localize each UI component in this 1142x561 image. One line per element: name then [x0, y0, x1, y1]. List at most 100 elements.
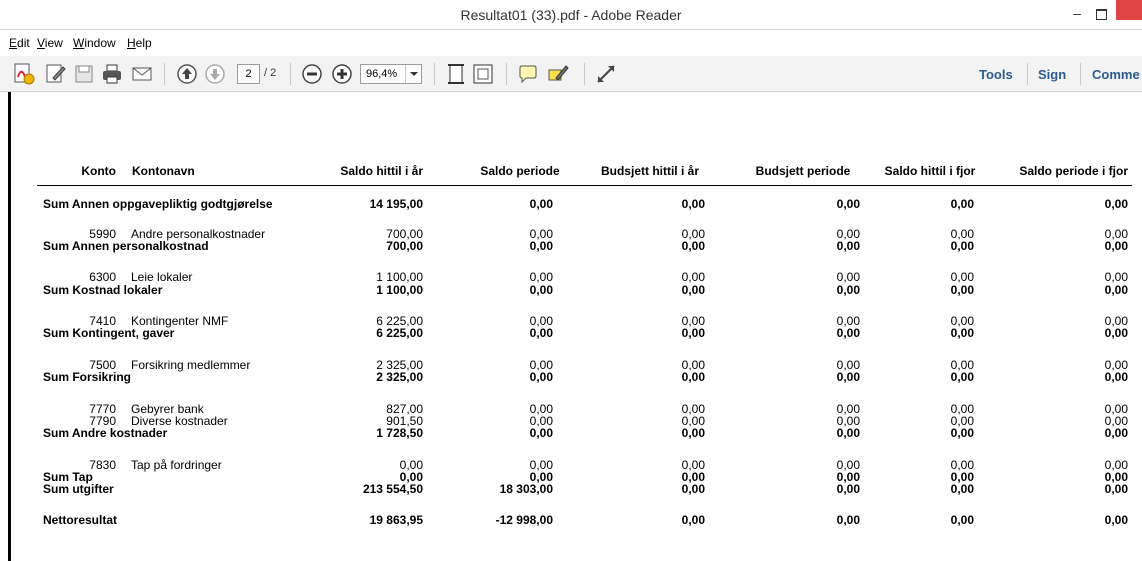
close-button[interactable]: [1116, 0, 1142, 20]
table-row: Sum Kostnad lokaler 1 100,00 0,00 0,00 0,00 0…: [0, 283, 1142, 297]
report-header: Konto Kontonavn Saldo hittil i år Saldo …: [0, 164, 1142, 178]
account-name: Leie lokaler: [131, 270, 193, 284]
create-pdf-icon[interactable]: [12, 62, 36, 86]
save-icon[interactable]: [72, 62, 96, 86]
cell-value: 700,00: [386, 239, 423, 253]
cell-value: 0,00: [950, 513, 974, 527]
cell-value: 0,00: [529, 270, 553, 284]
menu-window[interactable]: Window: [73, 36, 116, 50]
account-number: 6300: [89, 270, 116, 284]
cell-value: 0,00: [950, 426, 974, 440]
table-row: Nettoresultat 19 863,95 -12 998,00 0,00 0,00…: [0, 513, 1142, 527]
cell-value: 0,00: [1104, 326, 1128, 340]
header-divider: [37, 185, 1132, 186]
cell-value: 213 554,50: [362, 482, 423, 496]
sum-label: Sum utgifter: [43, 482, 114, 496]
sign-button[interactable]: Sign: [1038, 67, 1066, 82]
page-number-input[interactable]: 2: [237, 64, 260, 84]
menu-help[interactable]: Help: [127, 36, 152, 50]
cell-value: 0,00: [1104, 283, 1128, 297]
cell-value: 0,00: [1104, 370, 1128, 384]
cell-value: 0,00: [529, 197, 553, 211]
tools-button[interactable]: Tools: [979, 67, 1013, 82]
cell-value: 0,00: [836, 370, 860, 384]
fit-page-icon[interactable]: [444, 62, 468, 86]
table-row: 6300 Leie lokaler 1 100,00 0,00 0,00 0,00 0,00…: [0, 270, 1142, 284]
sum-label: Sum Annen oppgavepliktig godtgjørelse: [43, 197, 273, 211]
table-row: Sum Andre kostnader 1 728,50 0,00 0,00 0,00 0…: [0, 426, 1142, 440]
email-icon[interactable]: [130, 62, 154, 86]
cell-value: 1 728,50: [376, 426, 423, 440]
sum-label: Sum Kontingent, gaver: [43, 326, 175, 340]
cell-value: 0,00: [529, 283, 553, 297]
zoom-in-icon[interactable]: [330, 62, 354, 86]
cell-value: 6 225,00: [376, 326, 423, 340]
sum-label: Nettoresultat: [43, 513, 118, 527]
sum-label: Sum Andre kostnader: [43, 426, 168, 440]
toolbar: 2 / 2 96,4% Tools Sign Comme: [0, 56, 1142, 92]
zoom-select[interactable]: 96,4%: [360, 64, 422, 84]
cell-value: 0,00: [950, 326, 974, 340]
fit-width-icon[interactable]: [471, 62, 495, 86]
header-budsjett-periode: Budsjett periode: [755, 164, 851, 178]
cell-value: 1 100,00: [376, 270, 423, 284]
cell-value: 0,00: [836, 283, 860, 297]
cell-value: 0,00: [529, 239, 553, 253]
table-row: Sum Annen oppgavepliktig godtgjørelse 14 …: [0, 197, 1142, 211]
cell-value: 0,00: [1104, 239, 1128, 253]
table-row: Sum Kontingent, gaver 6 225,00 0,00 0,00 0,0…: [0, 326, 1142, 340]
cell-value: 0,00: [681, 283, 705, 297]
page-up-icon[interactable]: [175, 62, 199, 86]
cell-value: 0,00: [1104, 482, 1128, 496]
cell-value: 0,00: [836, 326, 860, 340]
header-saldo-periode-fjor: Saldo periode i fjor: [1019, 164, 1128, 178]
cell-value: 0,00: [529, 326, 553, 340]
cell-value: 0,00: [681, 426, 705, 440]
cell-value: 0,00: [1104, 197, 1128, 211]
cell-value: 0,00: [836, 197, 860, 211]
sum-label: Sum Kostnad lokaler: [43, 283, 163, 297]
cell-value: 19 863,95: [369, 513, 423, 527]
cell-value: 0,00: [681, 513, 705, 527]
sum-label: Sum Forsikring: [43, 370, 132, 384]
page-total: / 2: [264, 67, 277, 79]
cell-value: 0,00: [950, 482, 974, 496]
comment-icon[interactable]: [516, 62, 540, 86]
zoom-out-icon[interactable]: [300, 62, 324, 86]
comment-button[interactable]: Comme: [1092, 67, 1140, 82]
cell-value: 0,00: [950, 370, 974, 384]
cell-value: 0,00: [836, 482, 860, 496]
cell-value: 0,00: [1104, 513, 1128, 527]
expand-icon[interactable]: [594, 62, 618, 86]
cell-value: 0,00: [950, 239, 974, 253]
cell-value: 0,00: [950, 197, 974, 211]
chevron-down-icon[interactable]: [405, 65, 421, 83]
table-row: Sum utgifter 213 554,50 18 303,00 0,00 0,00 0…: [0, 482, 1142, 496]
maximize-button[interactable]: [1090, 5, 1112, 23]
table-row: Sum Forsikring 2 325,00 0,00 0,00 0,00 0,00 0,…: [0, 370, 1142, 384]
zoom-value: 96,4%: [366, 68, 398, 80]
cell-value: 1 100,00: [376, 283, 423, 297]
document-view[interactable]: Konto Kontonavn Saldo hittil i år Saldo …: [0, 92, 1142, 561]
cell-value: 0,00: [681, 239, 705, 253]
cell-value: 0,00: [950, 270, 974, 284]
header-konto: Konto: [81, 164, 116, 178]
cell-value: 0,00: [681, 197, 705, 211]
cell-value: 0,00: [836, 270, 860, 284]
cell-value: 0,00: [681, 482, 705, 496]
cell-value: 0,00: [681, 326, 705, 340]
table-row: Sum Annen personalkostnad 700,00 0,00 0,00 0…: [0, 239, 1142, 253]
menu-view[interactable]: View: [37, 36, 63, 50]
window-title: Resultat01 (33).pdf - Adobe Reader: [460, 7, 682, 23]
highlight-icon[interactable]: [546, 62, 570, 86]
menu-edit[interactable]: Edit: [9, 36, 30, 50]
print-icon[interactable]: [100, 62, 124, 86]
cell-value: 14 195,00: [369, 197, 423, 211]
cell-value: 0,00: [1104, 270, 1128, 284]
cell-value: 0,00: [1104, 426, 1128, 440]
header-budsjett-hittil: Budsjett hittil i år: [600, 164, 699, 178]
page-down-icon[interactable]: [203, 62, 227, 86]
edit-icon[interactable]: [44, 62, 68, 86]
cell-value: 0,00: [529, 370, 553, 384]
minimize-button[interactable]: –: [1066, 5, 1088, 23]
